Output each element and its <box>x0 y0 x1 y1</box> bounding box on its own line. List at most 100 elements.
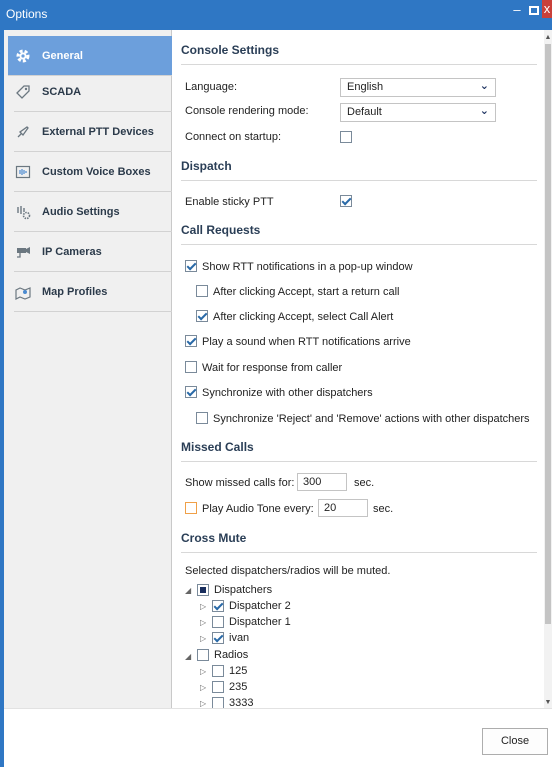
section-title-console-settings: Console Settings <box>181 43 280 57</box>
play-audio-tone-checkbox[interactable] <box>185 502 197 514</box>
audio-settings-icon <box>14 203 32 221</box>
divider <box>181 461 537 462</box>
vertical-scrollbar[interactable]: ▲ ▼ <box>544 30 552 708</box>
tag-icon <box>14 83 32 101</box>
expand-triangle-icon[interactable]: ▷ <box>200 683 206 692</box>
minimize-button[interactable]: – <box>508 0 526 22</box>
close-button[interactable]: Close <box>482 728 548 755</box>
tree-node-dispatcher-2: Dispatcher 2 <box>229 600 291 612</box>
scroll-down-icon[interactable]: ▼ <box>544 699 552 706</box>
gear-icon <box>14 47 32 65</box>
ptt-device-icon <box>14 123 32 141</box>
camera-icon <box>14 243 32 261</box>
sidebar-item-map-profiles[interactable]: Map Profiles <box>14 272 172 312</box>
synchronize-actions-checkbox[interactable] <box>196 412 208 424</box>
synchronize-checkbox[interactable] <box>185 386 197 398</box>
tree-node-radio-125: 125 <box>229 665 248 677</box>
voice-box-icon <box>14 163 32 181</box>
rendering-mode-value: Default <box>347 106 382 118</box>
section-title-cross-mute: Cross Mute <box>181 531 247 545</box>
section-title-call-requests: Call Requests <box>181 223 261 237</box>
sidebar-item-scada[interactable]: SCADA <box>14 72 172 112</box>
play-sound-label: Play a sound when RTT notifications arri… <box>202 336 411 348</box>
expand-triangle-icon[interactable]: ▷ <box>200 667 206 676</box>
show-missed-calls-label: Show missed calls for: <box>185 477 295 489</box>
tree-node-radios: Radios <box>214 649 249 661</box>
dispatcher-2-checkbox[interactable] <box>212 600 224 612</box>
connect-on-startup-checkbox[interactable] <box>340 131 352 143</box>
sticky-ptt-label: Enable sticky PTT <box>185 196 274 208</box>
dialog-footer: Close <box>4 708 552 767</box>
map-icon <box>14 283 32 301</box>
radio-125-checkbox[interactable] <box>212 665 224 677</box>
sidebar-item-label: Custom Voice Boxes <box>42 165 151 178</box>
scroll-up-icon[interactable]: ▲ <box>544 34 552 41</box>
divider <box>181 552 537 553</box>
play-sound-checkbox[interactable] <box>185 335 197 347</box>
show-rtt-popup-label: Show RTT notifications in a pop-up windo… <box>202 261 413 273</box>
audio-tone-interval-input[interactable]: 20 <box>318 499 368 517</box>
collapse-triangle-icon[interactable]: ◢ <box>185 652 191 661</box>
divider <box>181 244 537 245</box>
window-title: Options <box>6 7 48 21</box>
sidebar-item-label: External PTT Devices <box>42 125 154 138</box>
sidebar: General SCADA External PTT Devices Custo… <box>4 30 172 708</box>
tree-node-dispatchers: Dispatchers <box>214 584 273 596</box>
expand-triangle-icon[interactable]: ▷ <box>200 618 206 627</box>
rendering-mode-select[interactable]: Default ⌄ <box>340 103 496 122</box>
language-value: English <box>347 81 384 93</box>
radios-checkbox[interactable] <box>197 649 209 661</box>
chevron-down-icon: ⌄ <box>479 80 489 92</box>
language-select[interactable]: English ⌄ <box>340 78 496 97</box>
language-label: Language: <box>185 81 237 93</box>
sidebar-item-custom-voice-boxes[interactable]: Custom Voice Boxes <box>14 152 172 192</box>
expand-triangle-icon[interactable]: ▷ <box>200 699 206 708</box>
scrollbar-thumb[interactable] <box>545 44 551 624</box>
chevron-down-icon: ⌄ <box>479 105 489 117</box>
sidebar-item-label: Audio Settings <box>42 205 120 218</box>
expand-triangle-icon[interactable]: ▷ <box>200 602 206 611</box>
maximize-button[interactable] <box>526 0 542 22</box>
start-return-call-label: After clicking Accept, start a return ca… <box>213 286 400 298</box>
synchronize-label: Synchronize with other dispatchers <box>202 387 373 399</box>
radio-235-checkbox[interactable] <box>212 681 224 693</box>
divider <box>181 64 537 65</box>
settings-panel: Console Settings Language: English ⌄ Con… <box>172 30 544 708</box>
wait-response-label: Wait for response from caller <box>202 362 343 374</box>
synchronize-actions-label: Synchronize 'Reject' and 'Remove' action… <box>213 413 530 425</box>
select-call-alert-label: After clicking Accept, select Call Alert <box>213 311 394 323</box>
dispatchers-checkbox[interactable] <box>197 584 209 596</box>
start-return-call-checkbox[interactable] <box>196 285 208 297</box>
close-window-button[interactable]: x <box>542 0 552 18</box>
sticky-ptt-checkbox[interactable] <box>340 195 352 207</box>
sidebar-item-label: SCADA <box>42 85 82 98</box>
tree-node-radio-3333: 3333 <box>229 697 254 708</box>
sidebar-item-label: Map Profiles <box>42 285 108 298</box>
play-audio-tone-label: Play Audio Tone every: <box>202 503 314 515</box>
sidebar-item-ip-cameras[interactable]: IP Cameras <box>14 232 172 272</box>
audio-tone-unit: sec. <box>373 503 394 515</box>
sidebar-item-external-ptt-devices[interactable]: External PTT Devices <box>14 112 172 152</box>
expand-triangle-icon[interactable]: ▷ <box>200 634 206 643</box>
wait-response-checkbox[interactable] <box>185 361 197 373</box>
maximize-icon <box>529 6 539 15</box>
section-title-dispatch: Dispatch <box>181 159 232 173</box>
dispatcher-1-checkbox[interactable] <box>212 616 224 628</box>
title-bar: Options – x <box>0 0 552 30</box>
tree-node-radio-235: 235 <box>229 681 248 693</box>
collapse-triangle-icon[interactable]: ◢ <box>185 586 191 595</box>
select-call-alert-checkbox[interactable] <box>196 310 208 322</box>
show-rtt-popup-checkbox[interactable] <box>185 260 197 272</box>
rendering-mode-label: Console rendering mode: <box>185 105 309 117</box>
sidebar-item-audio-settings[interactable]: Audio Settings <box>14 192 172 232</box>
radio-3333-checkbox[interactable] <box>212 697 224 708</box>
tree-node-dispatcher-1: Dispatcher 1 <box>229 616 291 628</box>
sidebar-item-label: General <box>42 49 83 62</box>
missed-calls-duration-input[interactable]: 300 <box>297 473 347 491</box>
section-title-missed-calls: Missed Calls <box>181 440 254 454</box>
sidebar-item-general[interactable]: General <box>8 36 172 76</box>
missed-calls-unit: sec. <box>354 477 375 489</box>
connect-on-startup-label: Connect on startup: <box>185 131 282 143</box>
ivan-checkbox[interactable] <box>212 632 224 644</box>
divider <box>181 180 537 181</box>
